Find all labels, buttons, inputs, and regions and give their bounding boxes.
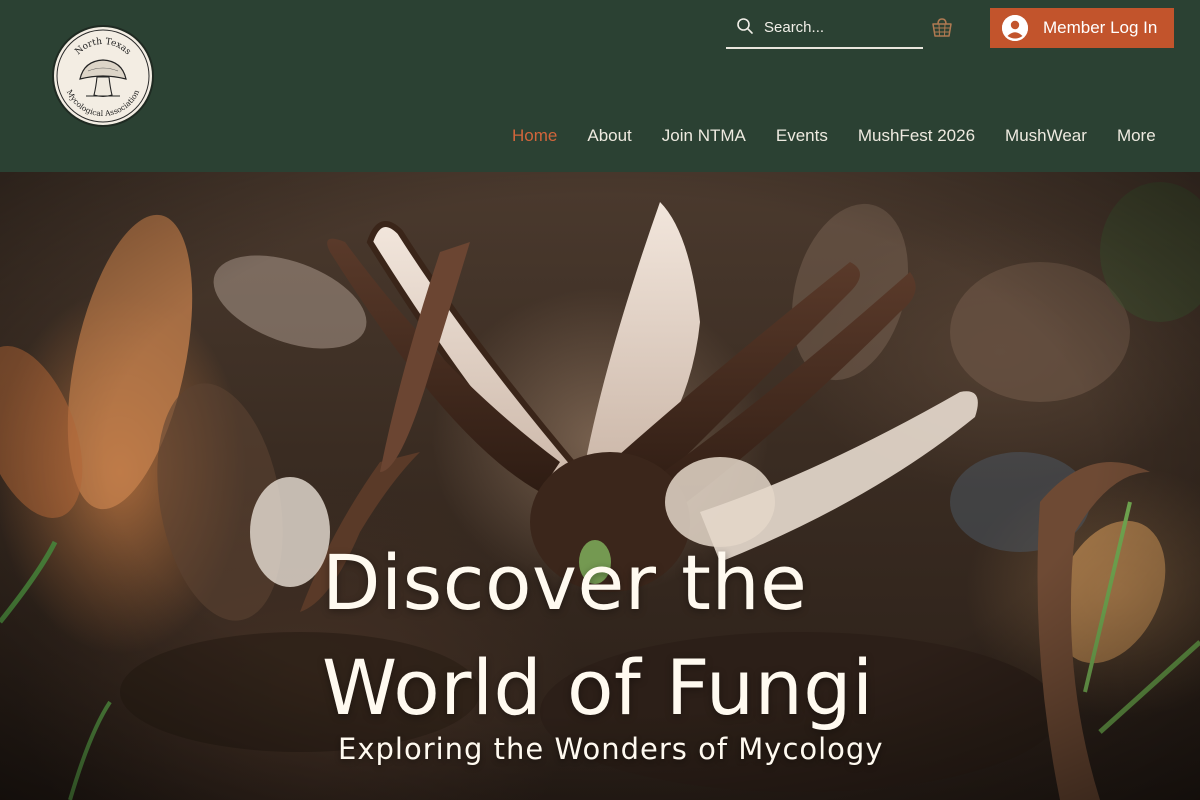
nav-mushwear[interactable]: MushWear — [990, 126, 1102, 146]
hero-section: Discover the World of Fungi Exploring th… — [0, 172, 1200, 800]
hero-title-line1: Discover the — [322, 538, 808, 627]
nav-mushfest-2026[interactable]: MushFest 2026 — [843, 126, 990, 146]
search-input[interactable] — [762, 12, 921, 42]
nav-join-ntma[interactable]: Join NTMA — [647, 126, 761, 146]
main-nav: Home About Join NTMA Events MushFest 202… — [497, 120, 1171, 152]
user-avatar-icon — [1002, 15, 1028, 41]
nav-more[interactable]: More — [1102, 126, 1171, 146]
hero-title: Discover the World of Fungi — [322, 530, 1182, 740]
search-box[interactable] — [726, 8, 923, 49]
nav-events[interactable]: Events — [761, 126, 843, 146]
ntma-logo[interactable]: North Texas Mycological Association — [52, 25, 154, 127]
hero-title-line2: World of Fungi — [322, 643, 874, 732]
nav-about[interactable]: About — [572, 126, 646, 146]
logo-mushroom-emblem: North Texas Mycological Association — [56, 29, 150, 123]
nav-home[interactable]: Home — [497, 126, 572, 146]
hero-subtitle: Exploring the Wonders of Mycology — [338, 732, 884, 766]
member-login-button[interactable]: Member Log In — [990, 8, 1174, 48]
logo-top-text: North Texas — [74, 37, 133, 58]
cart-icon[interactable] — [930, 16, 954, 40]
member-login-label: Member Log In — [1043, 18, 1158, 37]
site-header: North Texas Mycological Association Sear… — [0, 0, 1200, 172]
search-icon[interactable] — [736, 17, 754, 35]
